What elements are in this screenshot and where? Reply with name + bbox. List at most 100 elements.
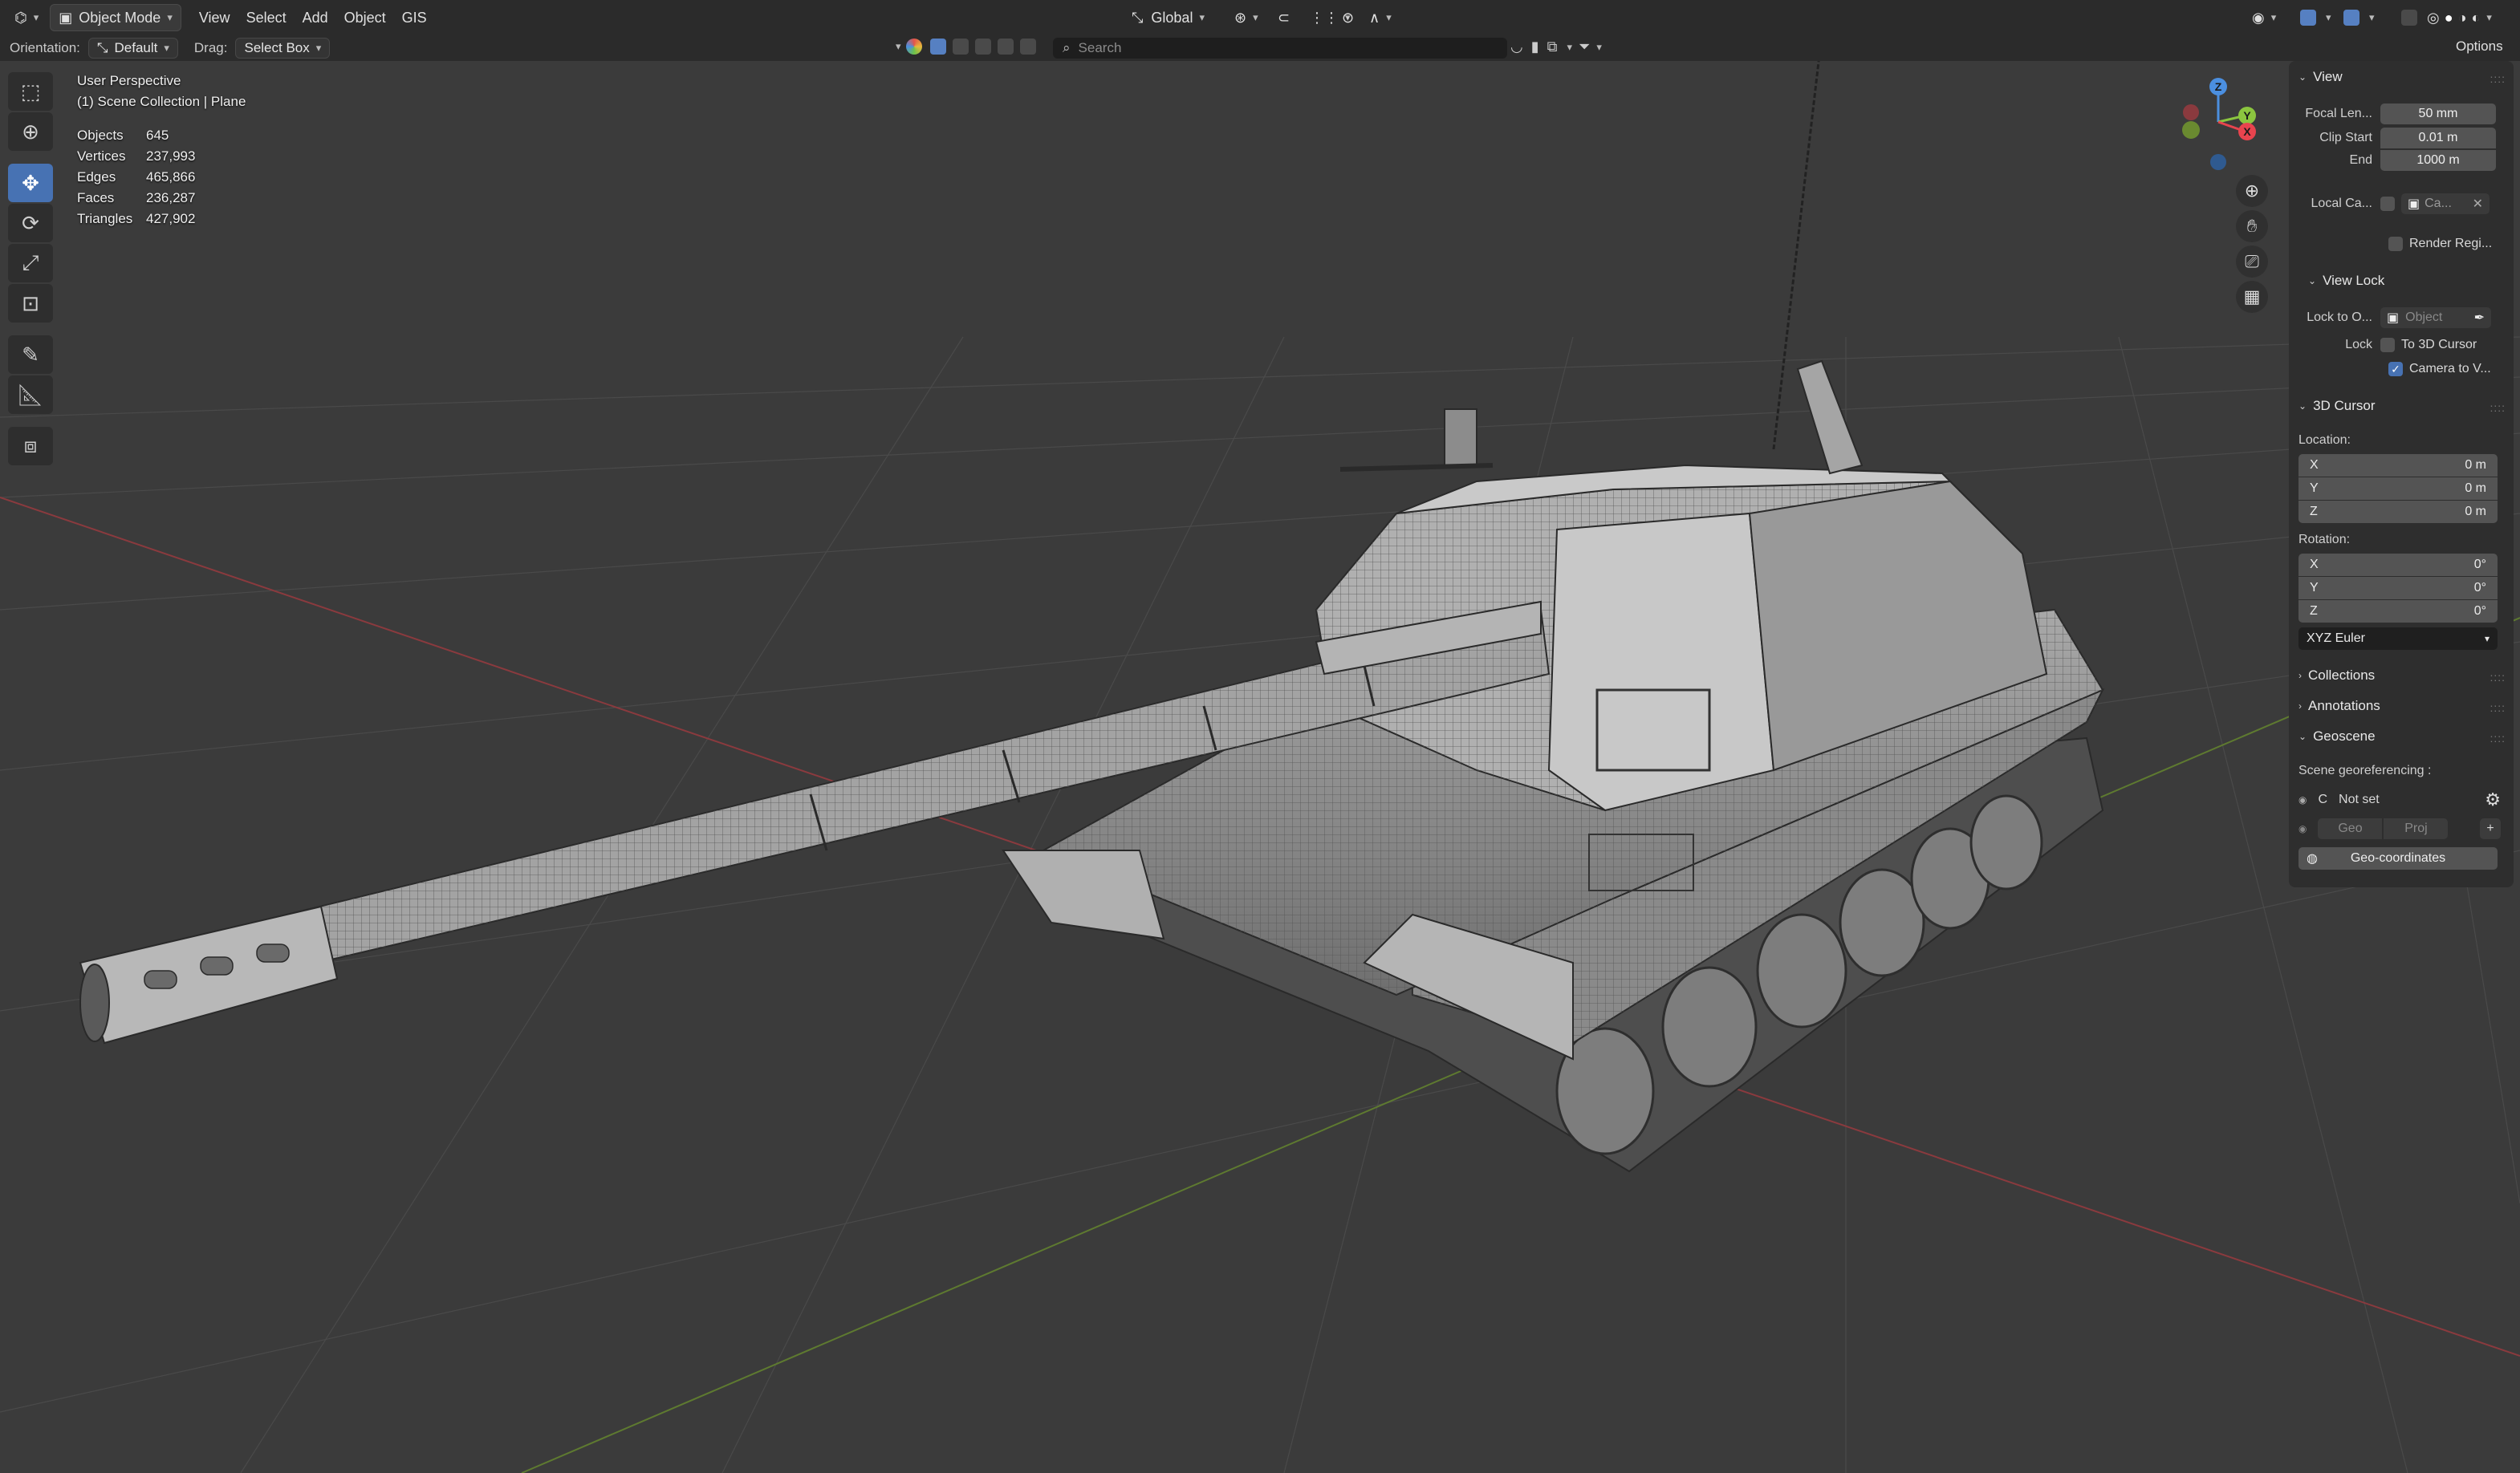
falloff-dropdown[interactable]: ∧ ▾ <box>1361 4 1400 31</box>
eyedropper-icon[interactable]: ✒ <box>2474 310 2485 326</box>
navigation-gizmo[interactable]: Z Y X <box>2177 74 2270 173</box>
neg-z-handle <box>2210 154 2226 170</box>
crs-radio-icon[interactable]: ◉ <box>2298 794 2307 805</box>
proportional-edit-toggle[interactable]: ⊙ <box>1334 4 1362 31</box>
solid-shading-icon[interactable]: ● <box>2445 10 2453 26</box>
rotation-label: Rotation: <box>2298 533 2351 546</box>
annotations-section-header[interactable]: › Annotations <box>2298 698 2380 714</box>
lock-to-object-field[interactable]: ▣ Object ✒ <box>2380 307 2491 328</box>
menu-object[interactable]: Object <box>336 4 394 31</box>
select-camera-icon[interactable] <box>997 39 1014 55</box>
geo-origin-field[interactable]: Geo <box>2318 818 2383 839</box>
search-icon: ⌕ <box>1063 40 1071 55</box>
pan-button[interactable]: ✋︎ <box>2236 210 2268 242</box>
menu-view[interactable]: View <box>191 4 238 31</box>
lock-to-cursor-checkbox[interactable] <box>2380 338 2395 352</box>
local-camera-checkbox[interactable] <box>2380 197 2395 211</box>
pivot-point-dropdown[interactable]: ⊛ ▾ <box>1226 4 1266 31</box>
zoom-magnifier-icon: ⊕ <box>2244 181 2260 201</box>
clip-end-field[interactable]: 1000 m <box>2380 150 2496 171</box>
z-axis-label: Z <box>2215 80 2222 93</box>
annotate-tool[interactable]: ✎ <box>8 335 53 374</box>
transform-tool[interactable]: ⊡ <box>8 284 53 323</box>
zoom-button[interactable]: ⊕ <box>2236 175 2268 207</box>
search-options: ◡ ▮ ⧉ ▾ ⏷ ▾ <box>1510 39 1602 55</box>
rotate-tool[interactable]: ⟳ <box>8 204 53 242</box>
transform-orientation-dropdown[interactable]: ⤡ Global ▾ <box>1124 4 1213 31</box>
outliner-search-input[interactable]: ⌕ Search <box>1053 38 1507 59</box>
drag-value: Select Box <box>244 40 310 55</box>
drag-handle-icon[interactable]: :::: <box>2490 701 2506 714</box>
x-axis-label: X <box>2243 125 2251 138</box>
drag-handle-icon[interactable]: :::: <box>2490 401 2506 414</box>
proportional-icon: ⊙ <box>1342 9 1355 26</box>
select-box-tool[interactable]: ⬚ <box>8 72 53 111</box>
origin-radio-icon[interactable]: ◉ <box>2298 823 2307 834</box>
visibility-dropdown[interactable]: ◉ ▾ <box>2244 4 2284 31</box>
cursor-tool[interactable]: ⊕ <box>8 112 53 151</box>
drag-dropdown[interactable]: Select Box ▾ <box>235 38 331 59</box>
collections-section-header[interactable]: › Collections <box>2298 668 2375 684</box>
camera-to-view-checkbox[interactable]: ✓ <box>2388 362 2403 376</box>
cursor-rotation-z[interactable]: Z 0° <box>2298 600 2498 623</box>
select-mesh-icon[interactable] <box>929 39 946 55</box>
orientation-dropdown[interactable]: ⤡ Default ▾ <box>87 38 178 59</box>
focal-length-field[interactable]: 50 mm <box>2380 103 2496 124</box>
clear-x-icon[interactable]: ✕ <box>2473 196 2483 212</box>
rendered-shading-icon[interactable]: ◐ <box>2471 10 2480 26</box>
render-region-row: Render Regi... <box>2289 233 2514 255</box>
material-shading-icon[interactable]: ◑ <box>2458 10 2467 26</box>
rotation-mode-dropdown[interactable]: XYZ Euler ▾ <box>2298 627 2498 650</box>
camera-view-button[interactable]: ⎚ <box>2236 246 2268 278</box>
color-wheel-icon[interactable] <box>905 39 922 55</box>
menu-gis[interactable]: GIS <box>394 4 435 31</box>
stat-row: Objects 645 <box>77 128 169 143</box>
bookmark-icon[interactable]: ▮ <box>1531 39 1539 55</box>
wireframe-shading-icon[interactable]: ◎ <box>2427 10 2440 26</box>
clip-start-field[interactable]: 0.01 m <box>2380 128 2496 148</box>
scale-tool[interactable]: ⤢ <box>8 244 53 282</box>
funnel-filter-icon[interactable]: ⏷ <box>1579 39 1590 55</box>
settings-gear-icon[interactable]: ⚙ <box>2485 789 2501 810</box>
add-plus-icon[interactable]: + <box>2480 818 2501 839</box>
display-mode-icon[interactable]: ⧉ <box>1547 39 1558 55</box>
menu-add[interactable]: Add <box>295 4 336 31</box>
geo-coordinates-button[interactable]: ◍ Geo-coordinates <box>2298 847 2498 870</box>
overlay-toggle[interactable]: ▾ <box>2332 4 2383 31</box>
mode-dropdown[interactable]: ▣ Object Mode ▾ <box>50 4 181 31</box>
perspective-label: User Perspective <box>77 73 181 88</box>
cursor-rotation-x[interactable]: X 0° <box>2298 554 2498 576</box>
geoscene-section-header[interactable]: ⌄ Geoscene <box>2298 728 2376 745</box>
measure-tool[interactable]: 📐︎ <box>8 375 53 414</box>
chevron-down-icon[interactable]: ▾ <box>896 40 901 53</box>
shading-mode-group[interactable]: ◎ ● ◑ ◐ ▾ <box>2419 4 2500 31</box>
filter-match-icon[interactable]: ◡ <box>1510 39 1523 55</box>
neg-x-handle <box>2183 104 2199 120</box>
crs-row: ◉ C Not set ⚙ <box>2298 789 2501 810</box>
stat-row: Vertices 237,993 <box>77 148 196 164</box>
select-empty-icon[interactable] <box>1019 39 1036 55</box>
cursor-section-header[interactable]: ⌄ 3D Cursor <box>2298 398 2376 414</box>
local-camera-field[interactable]: ▣ Ca... ✕ <box>2401 193 2490 214</box>
snap-toggle[interactable]: ⊂ <box>1270 4 1298 31</box>
move-tool[interactable]: ✥ <box>8 164 53 202</box>
render-region-checkbox[interactable] <box>2388 237 2403 251</box>
editor-type-button[interactable]: ⌬ ▾ <box>6 4 47 31</box>
menu-select[interactable]: Select <box>238 4 295 31</box>
add-cube-tool[interactable]: ⧈ <box>8 427 53 465</box>
select-light-icon[interactable] <box>974 39 991 55</box>
drag-handle-icon[interactable]: :::: <box>2490 72 2506 85</box>
cursor-location-y[interactable]: Y0 m <box>2298 477 2498 500</box>
options-button[interactable]: Options <box>2456 39 2503 55</box>
proj-origin-field[interactable]: Proj <box>2384 818 2449 839</box>
viewport-canvas[interactable] <box>0 0 2520 1473</box>
cursor-location-z[interactable]: Z0 m <box>2298 501 2498 523</box>
drag-handle-icon[interactable]: :::: <box>2490 671 2506 684</box>
cursor-rotation-y[interactable]: Y 0° <box>2298 577 2498 599</box>
drag-handle-icon[interactable]: :::: <box>2490 732 2506 745</box>
view-section-header[interactable]: ⌄ View <box>2298 69 2343 85</box>
select-curve-icon[interactable] <box>952 39 969 55</box>
view-lock-section-header[interactable]: ⌄ View Lock <box>2308 273 2384 289</box>
cursor-location-x[interactable]: X0 m <box>2298 454 2498 477</box>
ortho-toggle-button[interactable]: ▦ <box>2236 281 2268 313</box>
